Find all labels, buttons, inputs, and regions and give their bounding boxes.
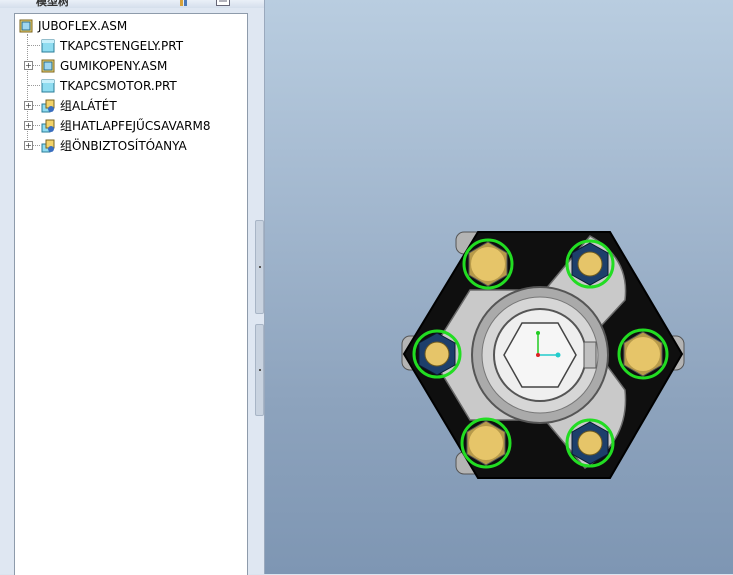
tree-item-label: JUBOFLEX.ASM: [38, 19, 128, 33]
tree-item-label: GUMIKOPENY.ASM: [60, 59, 168, 73]
assembly-icon: [19, 19, 33, 33]
expand-toggle[interactable]: +: [24, 101, 33, 110]
tree-item-label: 组ALÁTÉT: [60, 99, 117, 113]
panel-title: 模型树: [36, 0, 69, 8]
panel-splitter[interactable]: [254, 220, 264, 416]
splitter-handle[interactable]: [255, 324, 264, 416]
panel-header: 模型树: [0, 0, 264, 8]
expand-toggle[interactable]: +: [24, 61, 33, 70]
tree-connector: [33, 105, 40, 106]
model-tree-panel: 模型树 JUBOFLEX.ASM TKAPCSTENGELY.PRT + GUM…: [0, 0, 265, 575]
expand-toggle[interactable]: +: [24, 121, 33, 130]
tree-connector: [33, 145, 40, 146]
assembly-icon: [41, 59, 55, 73]
group-icon: [41, 119, 55, 133]
tree-item-label: 组HATLAPFEJŰCSAVARM8: [60, 119, 211, 133]
part-icon: [41, 79, 55, 93]
splitter-handle[interactable]: [255, 220, 264, 314]
tree-connector: [33, 125, 40, 126]
keyway: [583, 341, 597, 369]
coupling-assembly-model[interactable]: [265, 0, 733, 574]
3d-graphics-window[interactable]: [265, 0, 733, 574]
tree-connector: [28, 85, 40, 86]
group-icon: [41, 99, 55, 113]
expand-toggle[interactable]: +: [24, 141, 33, 150]
tree-item-label: TKAPCSMOTOR.PRT: [60, 79, 177, 93]
tree-connector: [28, 45, 40, 46]
group-icon: [41, 139, 55, 153]
tree-settings-icon[interactable]: [178, 0, 192, 6]
tree-connector: [33, 65, 40, 66]
model-tree: JUBOFLEX.ASM TKAPCSTENGELY.PRT + GUMIKOP…: [14, 13, 248, 575]
part-icon: [41, 39, 55, 53]
tree-filter-icon[interactable]: [216, 0, 230, 6]
tree-item-label: TKAPCSTENGELY.PRT: [60, 39, 184, 53]
tree-item-label: 组ÖNBIZTOSÍTÓANYA: [60, 139, 187, 153]
